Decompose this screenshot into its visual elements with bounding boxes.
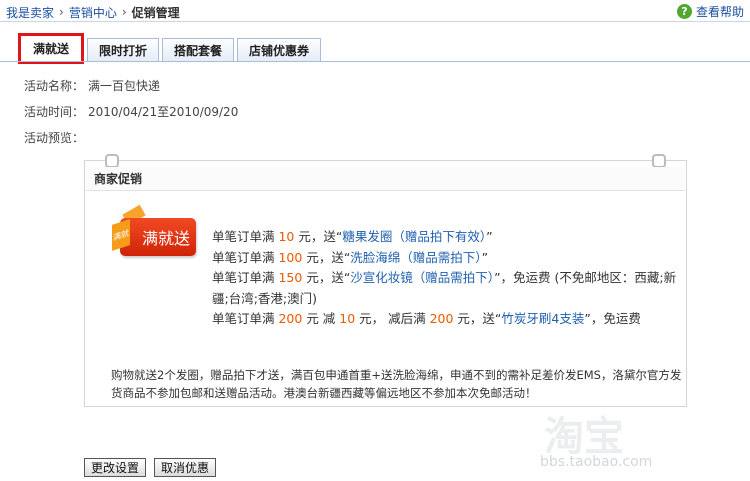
promo-rule: 单笔订单满 10 元，送“糖果发圈（赠品拍下有效）” — [212, 227, 682, 248]
binder-clip-icon — [105, 154, 119, 168]
breadcrumb-separator: › — [59, 5, 64, 19]
breadcrumb-marketing[interactable]: 营销中心 — [69, 4, 117, 21]
rule-text: 单笔订单满 — [212, 229, 279, 244]
help-link[interactable]: ? 查看帮助 — [676, 3, 744, 20]
activity-time-label: 活动时间： — [24, 105, 85, 119]
help-label: 查看帮助 — [695, 5, 744, 19]
watermark-url: bbs.taobao.com — [540, 454, 653, 470]
tab-bundle[interactable]: 搭配套餐 — [162, 38, 235, 62]
rule-text: ”，免运费 — [584, 311, 641, 326]
rule-text: 单笔订单满 — [212, 270, 279, 285]
rule-text: ” — [486, 229, 493, 244]
activity-preview-label: 活动预览： — [24, 131, 85, 145]
action-buttons: 更改设置 取消优惠 — [84, 458, 217, 477]
rule-text: 元 减 — [302, 311, 340, 326]
promo-rule: 单笔订单满 200 元 减 10 元， 减后满 200 元，送“竹炭牙刷4支装”… — [212, 309, 682, 330]
rule-amount: 200 — [429, 311, 454, 326]
badge-label: 满就送 — [120, 218, 196, 256]
tab-store-coupon[interactable]: 店铺优惠券 — [237, 38, 322, 62]
card-title: 商家促销 — [86, 167, 685, 191]
activity-preview-row: 活动预览： — [24, 129, 88, 146]
breadcrumb-current: 促销管理 — [131, 5, 180, 20]
cancel-promo-button[interactable]: 取消优惠 — [154, 458, 217, 477]
header-divider — [0, 21, 750, 22]
breadcrumb: 我是卖家 › 营销中心 › 促销管理 — [6, 4, 180, 20]
breadcrumb-separator: › — [121, 5, 127, 19]
rule-amount: 100 — [278, 249, 303, 265]
promo-rule: 单笔订单满 100 元，送“洗脸海绵（赠品需拍下）” — [212, 248, 682, 269]
promo-rule: 单笔订单满 150 元，送“沙宣化妆镜（赠品需拍下）”，免运费 (不免邮地区：西… — [212, 268, 682, 309]
binder-clip-icon — [652, 154, 666, 168]
tab-limited-discount[interactable]: 限时打折 — [87, 38, 160, 62]
activity-time-value: 2010/04/21至2010/09/20 — [88, 105, 239, 119]
activity-name-label: 活动名称： — [24, 79, 85, 93]
activity-time-row: 活动时间： 2010/04/21至2010/09/20 — [24, 103, 238, 120]
rule-gift-link[interactable]: 洗脸海绵（赠品需拍下） — [350, 250, 481, 265]
change-settings-button[interactable]: 更改设置 — [84, 458, 147, 477]
activity-name-value: 满一百包快递 — [88, 79, 161, 93]
rule-text: 元，送“ — [453, 311, 502, 326]
promo-rules: 单笔订单满 10 元，送“糖果发圈（赠品拍下有效）” 单笔订单满 100 元，送… — [212, 227, 682, 330]
activity-name-row: 活动名称： 满一百包快递 — [24, 77, 160, 94]
rule-gift-link[interactable]: 沙宣化妆镜（赠品需拍下） — [350, 270, 494, 285]
rule-amount: 150 — [278, 270, 303, 285]
promo-notice: 购物就送2个发圈，赠品拍下才送，满百包申通首重+送洗脸海绵，申通不到的需补足差价… — [111, 368, 682, 400]
tab-divider — [0, 61, 750, 62]
rule-text: 单笔订单满 — [212, 249, 279, 265]
rule-text: 元，送“ — [302, 270, 351, 285]
promo-preview-card: 商家促销 满就送 满就 单笔订单满 10 元，送“糖果发圈（赠品拍下有效）” 单… — [84, 154, 687, 407]
watermark-logo: 淘宝 bbs.taobao.com — [540, 404, 740, 474]
rule-text: ” — [481, 249, 489, 265]
rule-text: 元，送“ — [294, 229, 343, 244]
rule-text: 单笔订单满 — [212, 311, 279, 326]
rule-text: 元，送“ — [302, 249, 351, 265]
rule-amount: 200 — [278, 311, 303, 326]
rule-text: 元， 减后满 — [355, 311, 430, 326]
tab-full-gift[interactable]: 满就送 — [18, 33, 85, 64]
full-gift-badge-icon: 满就送 满就 — [112, 204, 198, 257]
rule-amount: 10 — [278, 229, 295, 244]
rule-amount: 10 — [339, 311, 356, 326]
question-icon: ? — [676, 4, 692, 19]
rule-gift-link[interactable]: 竹炭牙刷4支装 — [501, 311, 584, 326]
rule-gift-link[interactable]: 糖果发圈（赠品拍下有效） — [342, 229, 486, 244]
breadcrumb-seller[interactable]: 我是卖家 — [6, 4, 54, 21]
